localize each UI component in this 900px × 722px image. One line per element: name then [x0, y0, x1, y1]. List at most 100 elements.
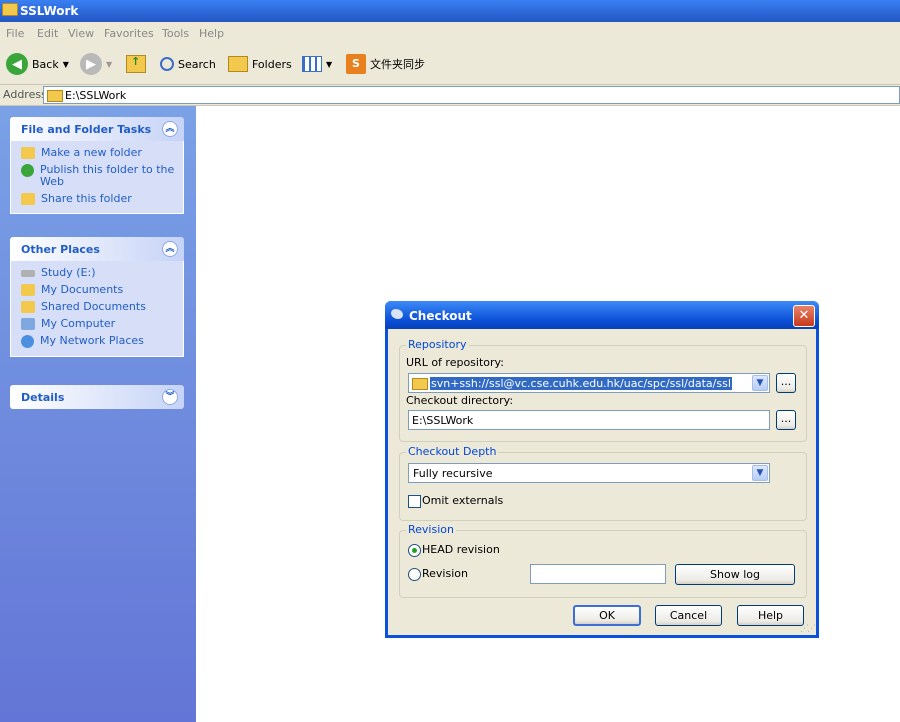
place-study-drive[interactable]: Study (E:): [21, 267, 175, 279]
computer-icon: [21, 318, 35, 330]
new-folder-icon: [21, 147, 35, 159]
back-button[interactable]: ◀ Back ▼: [6, 52, 69, 76]
forward-button[interactable]: ▶ ▼: [80, 52, 112, 76]
checkout-dialog: Checkout ✕ Repository URL of repository:…: [385, 301, 819, 638]
panel-title: File and Folder Tasks: [21, 123, 152, 136]
dropdown-arrow-icon[interactable]: ▼: [326, 60, 332, 69]
dialog-title-bar[interactable]: Checkout: [385, 301, 819, 329]
task-share-folder[interactable]: Share this folder: [21, 193, 175, 205]
place-label: My Documents: [41, 283, 124, 296]
menu-favorites[interactable]: Favorites: [104, 27, 154, 40]
place-label: My Network Places: [40, 334, 144, 347]
group-label: Checkout Depth: [406, 445, 499, 458]
menu-view[interactable]: View: [68, 27, 94, 40]
place-shared-documents[interactable]: Shared Documents: [21, 301, 175, 313]
resize-grip-icon[interactable]: ⋰⋰: [800, 624, 816, 634]
dropdown-arrow-icon[interactable]: ▼: [63, 60, 69, 69]
views-icon: [302, 56, 322, 72]
drive-icon: [21, 270, 35, 277]
folder-icon: [412, 378, 428, 390]
head-revision-label: HEAD revision: [422, 543, 500, 556]
panel-title: Other Places: [21, 243, 100, 256]
omit-externals-checkbox[interactable]: [408, 495, 421, 508]
views-button[interactable]: ▼: [302, 52, 332, 76]
url-label: URL of repository:: [406, 356, 504, 369]
radio-selected-dot: [412, 548, 417, 553]
browse-url-button[interactable]: ...: [776, 373, 796, 393]
panel-header[interactable]: Other Places ︽: [10, 237, 184, 261]
up-folder-button[interactable]: ↑: [126, 52, 146, 76]
close-button[interactable]: ✕: [793, 305, 815, 327]
folder-icon: [2, 3, 18, 16]
window-title-bar[interactable]: SSLWork: [0, 0, 900, 22]
menu-help[interactable]: Help: [199, 27, 224, 40]
other-places-panel: Other Places ︽ Study (E:) My Documents S…: [10, 237, 184, 357]
tortoise-icon: [391, 309, 403, 319]
address-field[interactable]: E:\SSLWork: [43, 86, 900, 104]
revision-radio[interactable]: [408, 568, 421, 581]
shared-folder-icon: [21, 301, 35, 313]
search-icon: [160, 57, 174, 71]
menu-tools[interactable]: Tools: [162, 27, 189, 40]
place-label: Shared Documents: [41, 300, 146, 313]
place-my-network[interactable]: My Network Places: [21, 335, 175, 348]
panel-title: Details: [21, 391, 65, 404]
checkout-dir-input[interactable]: E:\SSLWork: [408, 410, 770, 430]
folder-up-icon: ↑: [126, 55, 146, 73]
help-button[interactable]: Help: [737, 605, 804, 626]
task-publish-web[interactable]: Publish this folder to the Web: [21, 164, 175, 188]
checkout-depth-group: Checkout Depth Fully recursive ▼ Omit ex…: [399, 445, 807, 521]
dialog-body: Repository URL of repository: svn+ssh://…: [388, 329, 816, 635]
url-combo[interactable]: svn+ssh://ssl@vc.cse.cuhk.edu.hk/uac/spc…: [408, 373, 770, 393]
toolbar: ◀ Back ▼ ▶ ▼ ↑ Search Folders ▼ S 文件夹同步: [0, 44, 900, 85]
depth-value: Fully recursive: [413, 467, 493, 480]
revision-input[interactable]: [530, 564, 666, 584]
task-make-folder[interactable]: Make a new folder: [21, 147, 175, 159]
back-label: Back: [32, 57, 59, 71]
depth-combo[interactable]: Fully recursive ▼: [408, 463, 770, 483]
head-revision-radio[interactable]: [408, 544, 421, 557]
menu-file[interactable]: File: [6, 27, 24, 40]
folder-sync-button[interactable]: S 文件夹同步: [346, 52, 425, 76]
globe-icon: [21, 164, 34, 177]
dropdown-arrow-icon[interactable]: ▼: [106, 60, 112, 69]
search-button[interactable]: Search: [160, 52, 216, 76]
cancel-button[interactable]: Cancel: [655, 605, 722, 626]
checkout-dir-label: Checkout directory:: [406, 394, 514, 407]
task-pane: File and Folder Tasks ︽ Make a new folde…: [0, 106, 196, 722]
task-label: Share this folder: [41, 192, 132, 205]
collapse-chevron-icon[interactable]: ︽: [162, 241, 178, 257]
folder-sync-label: 文件夹同步: [370, 58, 425, 71]
revision-group: Revision HEAD revision Revision Show log: [399, 523, 807, 598]
panel-header[interactable]: Details ︾: [10, 385, 184, 409]
show-log-button[interactable]: Show log: [675, 564, 795, 585]
place-my-computer[interactable]: My Computer: [21, 318, 175, 330]
folders-button[interactable]: Folders: [228, 52, 292, 76]
documents-folder-icon: [21, 284, 35, 296]
address-path: E:\SSLWork: [65, 89, 127, 102]
url-value-wrap: svn+ssh://ssl@vc.cse.cuhk.edu.hk/uac/spc…: [430, 377, 732, 390]
group-label: Repository: [406, 338, 469, 351]
file-folder-tasks-panel: File and Folder Tasks ︽ Make a new folde…: [10, 117, 184, 214]
share-folder-icon: [21, 193, 35, 205]
folders-icon: [228, 56, 248, 72]
expand-chevron-icon[interactable]: ︾: [162, 389, 178, 405]
browse-dir-button[interactable]: ...: [776, 410, 796, 430]
dialog-title: Checkout: [409, 309, 472, 323]
group-label: Revision: [406, 523, 456, 536]
panel-header[interactable]: File and Folder Tasks ︽: [10, 117, 184, 141]
ok-button[interactable]: OK: [573, 605, 641, 626]
sync-icon: S: [346, 54, 366, 74]
menu-edit[interactable]: Edit: [37, 27, 58, 40]
task-label: Make a new folder: [41, 146, 142, 159]
window-title: SSLWork: [20, 4, 79, 18]
revision-label: Revision: [422, 567, 468, 580]
collapse-chevron-icon[interactable]: ︽: [162, 121, 178, 137]
address-bar: Address E:\SSLWork: [0, 85, 900, 106]
place-label: My Computer: [41, 317, 116, 330]
close-icon: ✕: [798, 308, 810, 323]
dropdown-arrow-icon[interactable]: ▼: [752, 375, 768, 391]
place-my-documents[interactable]: My Documents: [21, 284, 175, 296]
url-value: svn+ssh://ssl@vc.cse.cuhk.edu.hk/uac/spc…: [430, 377, 732, 390]
dropdown-arrow-icon[interactable]: ▼: [752, 465, 768, 481]
